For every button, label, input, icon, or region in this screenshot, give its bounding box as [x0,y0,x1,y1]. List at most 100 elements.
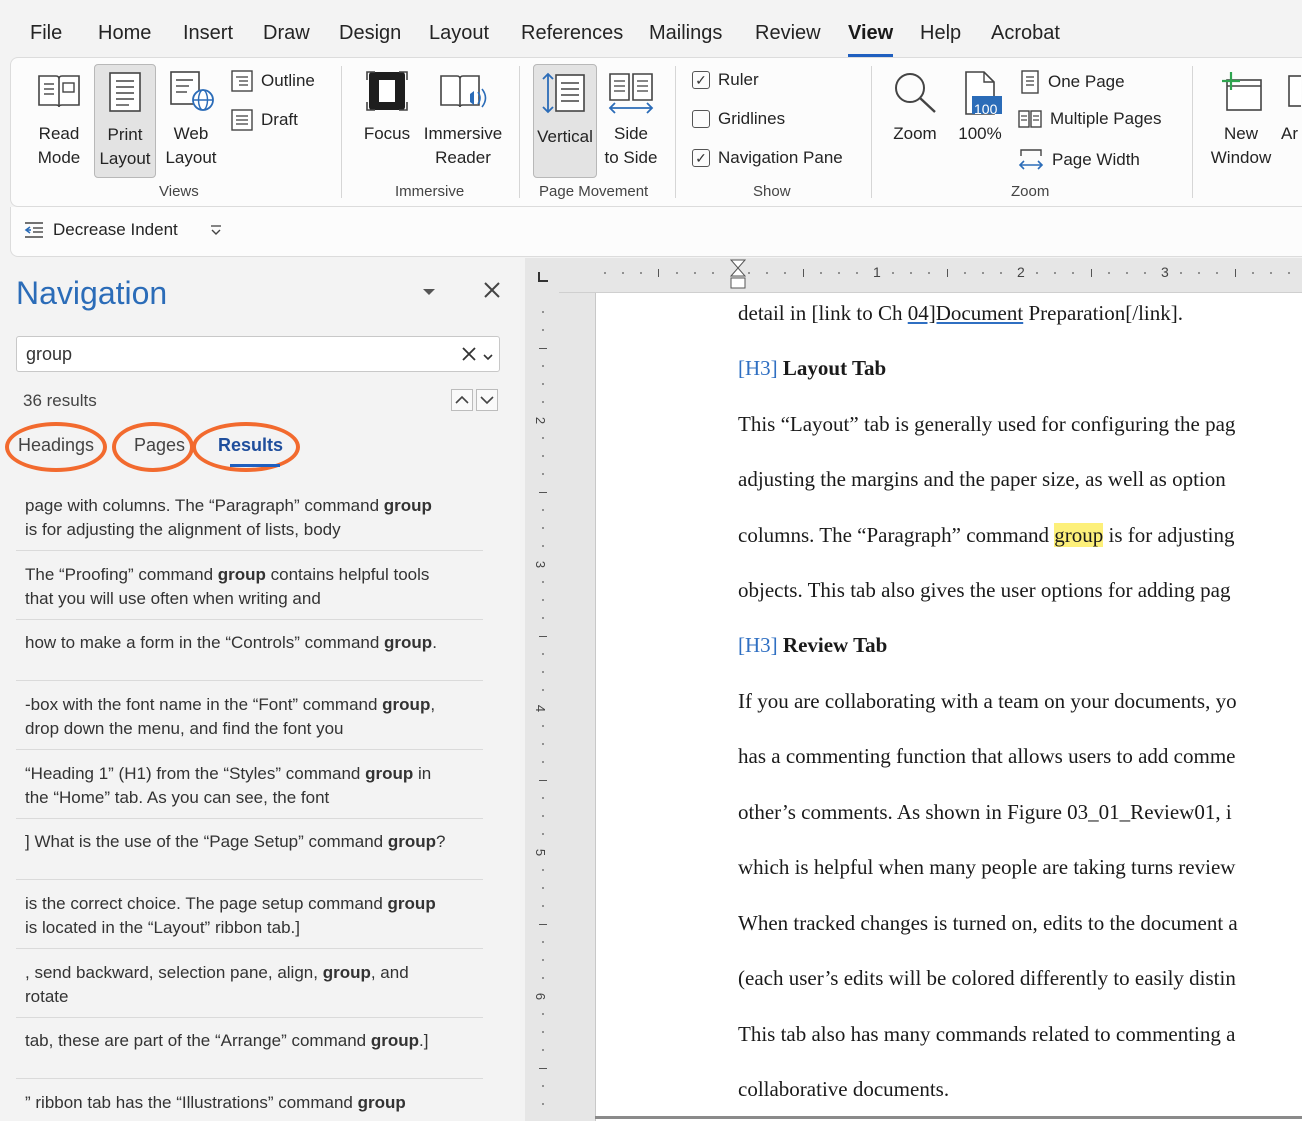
search-result-item[interactable]: , send backward, selection pane, align, … [25,961,483,1009]
doc-paragraph: This “Layout” tab is generally used for … [738,412,1236,436]
ruler-number: 2 [533,416,549,425]
gridlines-checkbox[interactable]: Gridlines [692,109,785,129]
zoom-100-button[interactable]: 100 100% [951,66,1009,172]
search-result-item[interactable]: “Heading 1” (H1) from the “Styles” comma… [25,762,483,810]
result-line-1: page with columns. The “Paragraph” comma… [25,496,432,515]
tab-layout[interactable]: Layout [429,22,489,45]
navigation-title: Navigation [16,275,168,311]
tab-references[interactable]: References [521,22,623,45]
search-result-item[interactable]: tab, these are part of the “Arrange” com… [25,1029,483,1053]
result-line-1: is the correct choice. The page setup co… [25,894,436,913]
doc-heading: [H3] Layout Tab [738,356,887,380]
tab-pages[interactable]: Pages [134,435,185,456]
search-result-item[interactable]: how to make a form in the “Controls” com… [25,631,483,655]
result-line-1: The “Proofing” command group contains he… [25,565,430,584]
tab-stop-icon [538,272,548,282]
multiple-pages-button[interactable]: Multiple Pages [1018,109,1162,129]
page-width-button[interactable]: Page Width [1018,148,1140,172]
search-result-item[interactable]: is the correct choice. The page setup co… [25,892,483,940]
tab-review[interactable]: Review [755,22,821,45]
print-layout-button[interactable]: Print Layout [94,64,156,178]
customize-dropdown-icon [211,225,221,235]
vertical-ruler[interactable]: 2 3 4 5 6 [525,293,559,1121]
previous-result-button[interactable] [451,389,473,411]
web-layout-label-1: Web [173,124,209,143]
result-divider [16,680,483,681]
new-window-button[interactable]: New Window [1201,66,1281,172]
search-options-button[interactable] [482,349,494,367]
zoom-button[interactable]: Zoom [883,66,947,172]
decrease-indent-button[interactable]: Decrease Indent [23,220,178,240]
tab-draw[interactable]: Draw [263,22,310,45]
result-line-2: the “Home” tab. As you can see, the font [25,788,330,807]
result-divider [16,1017,483,1018]
clear-search-button[interactable] [461,346,477,367]
tab-design[interactable]: Design [339,22,401,45]
immersive-reader-icon [440,75,487,108]
pane-options-button[interactable] [421,285,437,303]
tab-home[interactable]: Home [98,22,151,45]
tab-file[interactable]: File [30,22,62,45]
read-mode-button[interactable]: Read Mode [27,66,91,172]
one-page-button[interactable]: One Page [1020,70,1125,94]
doc-paragraph: columns. The “Paragraph” command group i… [738,523,1235,547]
navigation-pane-checkbox[interactable]: ✓ Navigation Pane [692,148,843,168]
page-100-icon: 100 [958,68,1002,118]
group-divider [519,66,520,198]
immersive-group-label: Immersive [395,183,465,200]
zoom-group-label: Zoom [1011,183,1050,200]
tab-view[interactable]: View [848,22,894,57]
tab-mailings[interactable]: Mailings [649,22,722,45]
tab-insert[interactable]: Insert [183,22,233,45]
immersive-reader-label-1: Immersive [423,124,503,143]
search-result-item[interactable]: ” ribbon tab has the “Illustrations” com… [25,1091,483,1115]
focus-button[interactable]: Focus [357,66,417,172]
group-divider [871,66,872,198]
doc-paragraph: other’s comments. As shown in Figure 03_… [738,800,1232,824]
side-to-side-label-1: Side [613,124,649,143]
side-to-side-label-2: to Side [604,148,658,167]
close-pane-button[interactable] [483,281,501,304]
tab-acrobat[interactable]: Acrobat [991,22,1060,45]
side-to-side-button[interactable]: Side to Side [601,66,661,172]
chevron-down-icon [483,354,493,361]
decrease-indent-label: Decrease Indent [53,220,178,239]
result-line-1: -box with the font name in the “Font” co… [25,695,436,714]
search-result-item[interactable]: The “Proofing” command group contains he… [25,563,483,611]
web-layout-button[interactable]: Web Layout [161,66,221,172]
result-line-2: that you will use often when writing and [25,589,321,608]
ruler-checkbox[interactable]: ✓ Ruler [692,70,759,90]
close-icon [484,282,500,298]
arrange-all-icon [1288,75,1301,107]
result-divider [16,749,483,750]
search-input[interactable]: group [16,336,500,372]
tab-headings[interactable]: Headings [18,435,94,456]
arrange-all-button[interactable]: Ar [1279,66,1301,172]
tab-help[interactable]: Help [920,22,961,45]
vertical-button[interactable]: Vertical [533,64,597,178]
search-result-item[interactable]: -box with the font name in the “Font” co… [25,693,483,741]
horizontal-scrollbar[interactable] [595,1116,1302,1119]
outline-button[interactable]: Outline [231,70,315,92]
ruler-number: 2 [1017,264,1025,280]
outline-label: Outline [261,71,315,90]
search-result-item[interactable]: ] What is the use of the “Page Setup” co… [25,830,483,854]
one-page-label: One Page [1048,72,1125,91]
search-result-item[interactable]: page with columns. The “Paragraph” comma… [25,494,483,542]
immersive-reader-button[interactable]: Immersive Reader [421,66,505,172]
customize-qat-button[interactable] [209,223,223,242]
ruler-ticks [604,259,1290,289]
doc-link[interactable]: 04]Document [908,301,1023,325]
read-mode-icon [38,75,80,108]
document-page[interactable]: detail in [link to Ch 04]Document Prepar… [595,293,1302,1121]
draft-button[interactable]: Draft [231,109,298,131]
zoom-100-label: 100% [958,124,1002,143]
next-result-button[interactable] [476,389,498,411]
doc-paragraph: collaborative documents. [738,1077,950,1101]
multiple-pages-icon [1018,110,1042,128]
horizontal-ruler[interactable]: 1 2 3 [559,258,1302,293]
tab-results[interactable]: Results [218,435,283,456]
doc-paragraph: (each user’s edits will be colored diffe… [738,966,1236,990]
result-line-2: is for adjusting the alignment of lists,… [25,520,341,539]
tab-selector-button[interactable] [537,270,549,288]
